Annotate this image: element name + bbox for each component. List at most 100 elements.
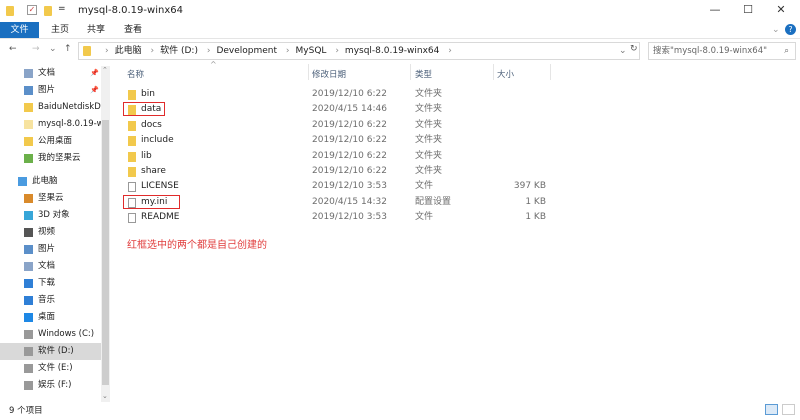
address-dropdown-icon[interactable]: ⌄ — [619, 43, 627, 59]
sidebar-item[interactable]: 软件 (D:) — [0, 343, 110, 360]
new-folder-icon[interactable] — [44, 6, 52, 16]
document-icon — [24, 69, 33, 78]
sidebar-item[interactable]: 我的坚果云 — [0, 150, 110, 167]
sidebar-item[interactable]: 娱乐 (F:) — [0, 377, 110, 394]
sidebar-item[interactable]: 下载 — [0, 275, 110, 292]
window-title: mysql-8.0.19-winx64 — [78, 5, 183, 16]
file-row[interactable]: lib 2019/12/10 6:22 文件夹 — [118, 149, 558, 164]
file-date: 2019/12/10 6:22 — [312, 166, 387, 176]
file-row[interactable]: README 2019/12/10 3:53 文件 1 KB — [118, 210, 558, 225]
sidebar-item[interactable]: 文档 — [0, 258, 110, 275]
file-row[interactable]: bin 2019/12/10 6:22 文件夹 — [118, 87, 558, 102]
sidebar-scrollbar-thumb[interactable] — [102, 120, 109, 385]
breadcrumb-item[interactable]: MySQL — [296, 46, 327, 56]
file-row[interactable]: my.ini 2020/4/15 14:32 配置设置 1 KB — [118, 194, 558, 210]
sidebar-item-label: 此电脑 — [32, 176, 58, 186]
close-button[interactable]: ✕ — [766, 3, 796, 19]
file-type: 文件夹 — [415, 89, 443, 99]
maximize-button[interactable]: ☐ — [733, 3, 763, 19]
large-icons-view-button[interactable] — [782, 404, 795, 415]
column-divider — [410, 64, 411, 80]
videos-icon — [24, 228, 33, 237]
scroll-up-icon[interactable]: ⌃ — [102, 66, 108, 74]
expand-ribbon-icon[interactable]: ⌄ — [772, 25, 780, 35]
file-date: 2019/12/10 6:22 — [312, 119, 387, 130]
file-row[interactable]: docs 2019/12/10 6:22 文件夹 — [118, 118, 558, 133]
recent-locations-button[interactable]: ⌄ — [49, 44, 57, 54]
file-date: 2019/12/10 6:22 — [312, 135, 387, 146]
search-input[interactable]: 搜索"mysql-8.0.19-winx64" ⌕ — [648, 42, 796, 60]
refresh-button[interactable]: ↻ — [630, 44, 638, 54]
sidebar-item[interactable]: 图片 — [0, 241, 110, 258]
help-icon[interactable]: ? — [785, 24, 796, 35]
folder-icon — [128, 151, 136, 162]
details-view-button[interactable] — [765, 404, 778, 415]
sidebar-item[interactable]: 桌面 — [0, 309, 110, 326]
folder-icon — [128, 167, 136, 177]
address-bar[interactable]: › 此电脑 › 软件 (D:) › Development › MySQL › mysql… — [78, 42, 640, 60]
sidebar-item[interactable]: 视频 — [0, 224, 110, 241]
back-button[interactable]: ← — [9, 44, 17, 54]
column-header-type[interactable]: 类型 — [415, 68, 432, 80]
column-header-size[interactable]: 大小 — [497, 68, 514, 80]
column-header-date[interactable]: 修改日期 — [312, 68, 346, 80]
breadcrumb-item[interactable]: 此电脑 — [115, 46, 142, 56]
sidebar-item[interactable]: 此电脑 — [0, 173, 110, 190]
file-icon — [128, 213, 136, 224]
sidebar-item-label: 下载 — [38, 278, 56, 288]
file-row[interactable]: include 2019/12/10 6:22 文件夹 — [118, 133, 558, 148]
sidebar-item[interactable]: 图片 📌 — [0, 82, 110, 99]
minimize-button[interactable]: — — [700, 3, 730, 19]
scroll-down-icon[interactable]: ⌄ — [102, 392, 108, 400]
sidebar-item[interactable]: 3D 对象 — [0, 207, 110, 224]
sidebar-item-label: 娱乐 (F:) — [38, 380, 72, 390]
sidebar-item[interactable]: 文件 (E:) — [0, 360, 110, 377]
file-type: 文件夹 — [415, 150, 443, 161]
document-icon — [24, 262, 33, 271]
tab-view[interactable]: 查看 — [121, 22, 145, 38]
sidebar-item[interactable]: 音乐 — [0, 292, 110, 309]
breadcrumb-item[interactable]: 软件 (D:) — [160, 46, 198, 56]
column-divider — [308, 64, 309, 80]
sidebar-item[interactable]: 公用桌面 — [0, 133, 110, 150]
up-button[interactable]: ↑ — [64, 44, 72, 54]
folder-icon — [6, 6, 14, 16]
file-name: bin — [141, 89, 155, 99]
sidebar-item[interactable]: 文档 📌 — [0, 65, 110, 82]
sidebar-item-label: 公用桌面 — [38, 136, 73, 146]
forward-button[interactable]: → — [32, 44, 40, 54]
folder-icon — [24, 120, 33, 129]
sidebar-item-label: 文档 — [38, 261, 56, 271]
sidebar-item[interactable]: Windows (C:) — [0, 326, 110, 343]
title-bar: ✓ = mysql-8.0.19-winx64 — ☐ ✕ — [0, 0, 800, 22]
file-name: README — [141, 212, 180, 223]
file-row[interactable]: LICENSE 2019/12/10 3:53 文件 397 KB — [118, 179, 558, 194]
file-name: LICENSE — [141, 181, 179, 192]
sidebar-item-label: 坚果云 — [38, 193, 64, 203]
sidebar-item[interactable]: BaiduNetdiskDownload — [0, 99, 110, 116]
navigation-bar: ← → ⌄ ↑ › 此电脑 › 软件 (D:) › Development › MySQ… — [0, 40, 800, 62]
file-date: 2019/12/10 6:22 — [312, 89, 387, 99]
file-row[interactable]: share 2019/12/10 6:22 文件夹 — [118, 164, 558, 179]
annotation-text: 红框选中的两个都是自己创建的 — [127, 240, 267, 251]
sidebar-item[interactable]: 坚果云 — [0, 190, 110, 207]
file-type: 配置设置 — [415, 196, 452, 207]
nutstore-icon — [24, 194, 33, 203]
properties-icon[interactable]: ✓ — [27, 5, 37, 15]
column-header-name[interactable]: 名称 — [127, 68, 144, 80]
customize-toolbar-icon[interactable]: = — [58, 4, 66, 14]
file-type: 文件 — [415, 181, 434, 192]
breadcrumb-item[interactable]: Development — [216, 46, 277, 56]
search-icon: ⌕ — [784, 46, 789, 56]
file-name: include — [141, 135, 174, 146]
file-icon — [128, 182, 136, 193]
file-size: 1 KB — [525, 196, 546, 207]
file-row[interactable]: data 2020/4/15 14:46 文件夹 — [118, 102, 558, 117]
tab-home[interactable]: 主页 — [48, 22, 72, 38]
tab-file[interactable]: 文件 — [0, 22, 39, 38]
breadcrumb-item[interactable]: mysql-8.0.19-winx64 — [345, 46, 439, 56]
tab-share[interactable]: 共享 — [84, 22, 108, 38]
sidebar-item[interactable]: mysql-8.0.19-winx64 — [0, 116, 110, 133]
file-size: 397 KB — [513, 181, 546, 192]
pin-icon: 📌 — [90, 69, 99, 77]
